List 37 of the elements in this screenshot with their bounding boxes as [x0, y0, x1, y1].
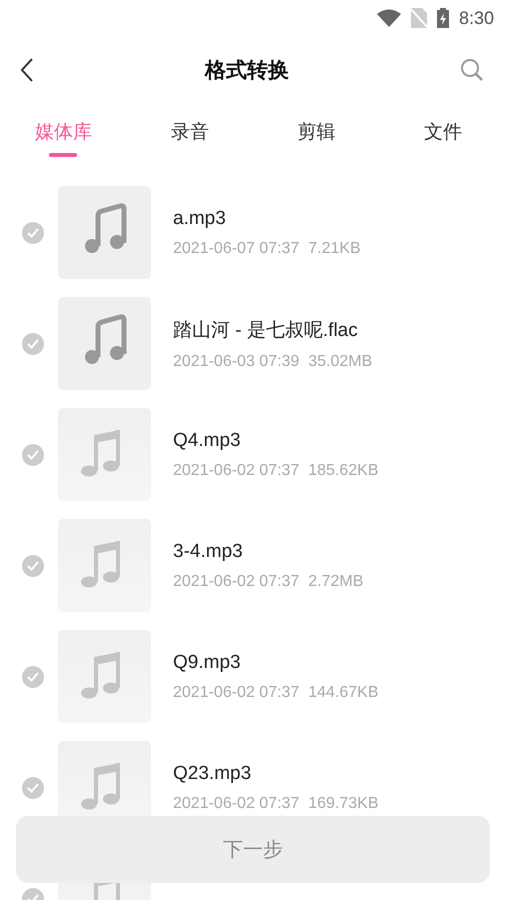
tab[interactable]: 录音 — [126, 104, 253, 166]
page-title: 格式转换 — [205, 57, 289, 84]
music-note-icon — [58, 408, 151, 501]
check-icon — [27, 560, 39, 570]
music-note-icon — [58, 297, 151, 390]
music-note-icon — [58, 519, 151, 612]
file-info: 2021-06-02 07:37 185.62KB — [173, 462, 378, 480]
select-checkbox[interactable] — [22, 222, 44, 244]
file-info: 2021-06-02 07:37 144.67KB — [173, 684, 378, 702]
tab[interactable]: 剪辑 — [253, 104, 380, 166]
select-checkbox[interactable] — [22, 444, 44, 466]
battery-icon — [436, 8, 449, 28]
music-note-icon — [58, 630, 151, 723]
file-name: a.mp3 — [173, 208, 227, 230]
check-icon — [27, 782, 39, 792]
select-checkbox[interactable] — [22, 332, 44, 354]
tab[interactable]: 文件 — [380, 104, 506, 166]
file-info: 2021-06-02 07:37 2.72MB — [173, 572, 364, 590]
file-info: 2021-06-07 07:37 7.21KB — [173, 240, 361, 258]
file-name: Q4.mp3 — [173, 430, 242, 452]
file-name: 3-4.mp3 — [173, 540, 244, 562]
check-icon — [27, 672, 39, 682]
status-time: 8:30 — [458, 8, 494, 28]
select-checkbox[interactable] — [22, 554, 44, 576]
file-name: Q23.mp3 — [173, 762, 252, 784]
select-checkbox[interactable] — [22, 666, 44, 688]
file-name: 踏山河 - 是七叔呢.flac — [173, 318, 359, 342]
no-sim-icon — [410, 8, 427, 28]
file-info: 2021-06-02 07:37 169.73KB — [173, 794, 378, 812]
check-icon — [27, 338, 39, 348]
wifi-icon — [376, 9, 401, 27]
check-icon — [27, 228, 39, 238]
check-icon — [27, 450, 39, 460]
file-info: 2021-06-03 07:39 35.02MB — [173, 352, 372, 370]
file-name: Q9.mp3 — [173, 652, 242, 674]
music-note-icon — [58, 186, 151, 279]
select-checkbox[interactable] — [22, 776, 44, 798]
